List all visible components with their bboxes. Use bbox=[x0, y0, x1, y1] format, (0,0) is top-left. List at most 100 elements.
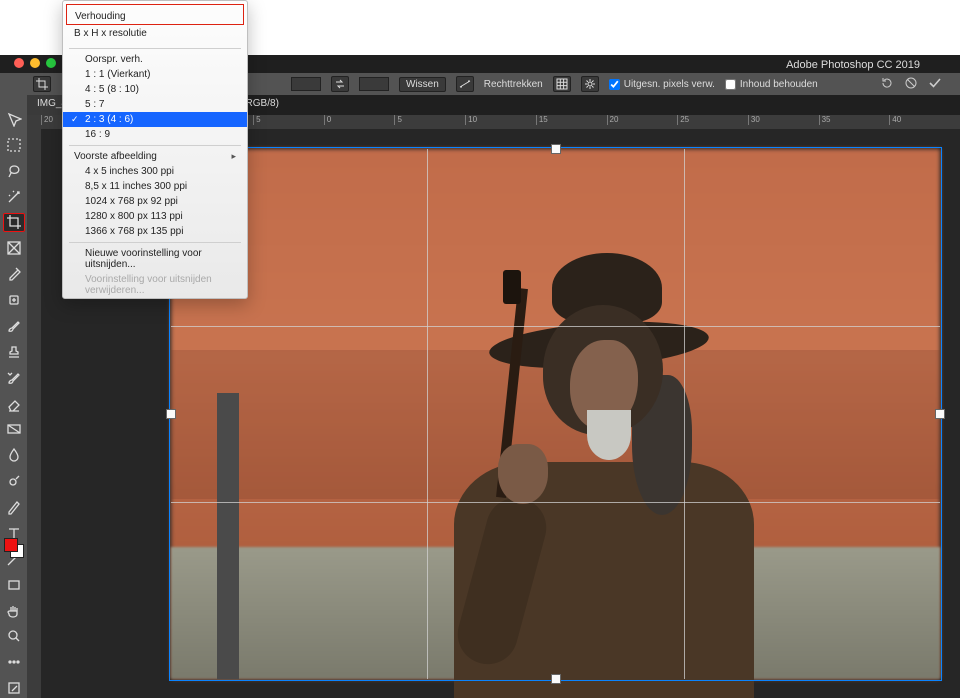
ruler-tick: 15 bbox=[536, 115, 607, 125]
edit-toolbar-icon bbox=[6, 680, 22, 696]
reset-crop-button[interactable] bbox=[880, 76, 894, 93]
tool-eyedropper[interactable] bbox=[3, 264, 25, 284]
brush-icon bbox=[6, 318, 22, 334]
zoom-icon bbox=[6, 628, 22, 644]
cancel-crop-button[interactable] bbox=[904, 76, 918, 93]
crop-handle-top[interactable] bbox=[551, 144, 561, 154]
hand-icon bbox=[6, 603, 22, 619]
ruler-tick: 0 bbox=[324, 115, 395, 125]
straighten-icon bbox=[459, 79, 471, 89]
tool-blur[interactable] bbox=[3, 445, 25, 465]
foreground-color-swatch[interactable] bbox=[4, 538, 18, 552]
ratio-option[interactable]: 16 : 9 bbox=[63, 127, 247, 142]
marquee-icon bbox=[6, 137, 22, 153]
ratio-option[interactable]: 1 : 1 (Vierkant) bbox=[63, 67, 247, 82]
tool-indicator-crop bbox=[33, 76, 51, 92]
dropdown-header: Verhouding bbox=[66, 4, 244, 25]
swap-dimensions-button[interactable] bbox=[331, 76, 349, 92]
delete-cropped-pixels-checkbox[interactable]: Uitgesn. pixels verw. bbox=[609, 79, 715, 90]
crop-handle-bottom[interactable] bbox=[551, 674, 561, 684]
ratio-option[interactable]: 1280 x 800 px 113 ppi bbox=[63, 209, 247, 224]
ratio-option[interactable]: 4 x 5 inches 300 ppi bbox=[63, 164, 247, 179]
dropdown-section-front-image-label: Voorste afbeelding bbox=[74, 151, 157, 162]
aspect-ratio-dropdown: Verhouding B x H x resolutie Oorspr. ver… bbox=[62, 0, 248, 299]
tool-hand[interactable] bbox=[3, 601, 25, 621]
ratio-option[interactable]: 1366 x 768 px 135 ppi bbox=[63, 224, 247, 239]
overlay-icon bbox=[556, 78, 568, 90]
cancel-icon bbox=[904, 76, 918, 90]
maximize-window-button[interactable] bbox=[46, 58, 56, 68]
ratio-option[interactable]: 1024 x 768 px 92 ppi bbox=[63, 194, 247, 209]
tool-lasso[interactable] bbox=[3, 161, 25, 181]
ruler-tick: 10 bbox=[465, 115, 536, 125]
commit-crop-button[interactable] bbox=[928, 76, 942, 93]
content-aware-label: Inhoud behouden bbox=[740, 79, 818, 90]
chevron-right-icon: ▸ bbox=[231, 151, 236, 162]
tool-pen[interactable] bbox=[3, 497, 25, 517]
ratio-option[interactable]: Oorspr. verh. bbox=[63, 52, 247, 67]
tool-marquee[interactable] bbox=[3, 135, 25, 155]
tool-move[interactable] bbox=[3, 109, 25, 129]
tool-dodge[interactable] bbox=[3, 471, 25, 491]
pen-icon bbox=[6, 499, 22, 515]
blur-icon bbox=[6, 447, 22, 463]
tool-stamp[interactable] bbox=[3, 342, 25, 362]
ruler-tick: 30 bbox=[748, 115, 819, 125]
vertical-ruler bbox=[27, 129, 41, 698]
ruler-tick: 20 bbox=[607, 115, 678, 125]
history-brush-icon bbox=[6, 370, 22, 386]
tool-history-brush[interactable] bbox=[3, 368, 25, 388]
minimize-window-button[interactable] bbox=[30, 58, 40, 68]
straighten-button[interactable] bbox=[456, 76, 474, 92]
tool-sidebar bbox=[0, 73, 27, 698]
tool-rectangle[interactable] bbox=[3, 575, 25, 595]
crop-handle-left[interactable] bbox=[166, 409, 176, 419]
tool-gradient[interactable] bbox=[3, 420, 25, 440]
ratio-option: Voorinstelling voor uitsnijden verwijder… bbox=[63, 272, 247, 298]
close-window-button[interactable] bbox=[14, 58, 24, 68]
ratio-option[interactable]: Nieuwe voorinstelling voor uitsnijden... bbox=[63, 246, 247, 272]
frame-icon bbox=[6, 240, 22, 256]
straighten-label: Rechttrekken bbox=[484, 79, 543, 90]
reset-icon bbox=[880, 76, 894, 90]
dropdown-subheader: B x H x resolutie bbox=[63, 28, 247, 45]
ratio-option[interactable]: 4 : 5 (8 : 10) bbox=[63, 82, 247, 97]
crop-icon bbox=[6, 214, 22, 230]
dodge-icon bbox=[6, 473, 22, 489]
clear-button[interactable]: Wissen bbox=[399, 77, 446, 92]
tool-eraser[interactable] bbox=[3, 394, 25, 414]
ratio-option[interactable]: 8,5 x 11 inches 300 ppi bbox=[63, 179, 247, 194]
ruler-tick: 5 bbox=[253, 115, 324, 125]
swap-icon bbox=[335, 79, 345, 89]
eraser-icon bbox=[6, 396, 22, 412]
crop-width-input[interactable] bbox=[291, 77, 321, 91]
tool-ellipsis[interactable] bbox=[3, 652, 25, 672]
eyedropper-icon bbox=[6, 266, 22, 282]
crop-handle-right[interactable] bbox=[935, 409, 945, 419]
tool-crop[interactable] bbox=[3, 213, 25, 233]
gradient-icon bbox=[6, 421, 22, 437]
tool-wand[interactable] bbox=[3, 187, 25, 207]
dropdown-section-front-image[interactable]: Voorste afbeelding ▸ bbox=[63, 149, 247, 164]
ruler-tick: 5 bbox=[394, 115, 465, 125]
ratio-option[interactable]: 5 : 7 bbox=[63, 97, 247, 112]
tool-heal[interactable] bbox=[3, 290, 25, 310]
move-icon bbox=[6, 111, 22, 127]
wand-icon bbox=[6, 189, 22, 205]
content-aware-checkbox[interactable]: Inhoud behouden bbox=[725, 79, 818, 90]
crop-options-gear-button[interactable] bbox=[581, 76, 599, 92]
tool-frame[interactable] bbox=[3, 238, 25, 258]
app-title: Adobe Photoshop CC 2019 bbox=[786, 59, 920, 71]
document-image bbox=[171, 149, 940, 679]
crop-region[interactable] bbox=[171, 149, 940, 679]
ruler-tick: 35 bbox=[819, 115, 890, 125]
crop-icon bbox=[36, 78, 48, 90]
ratio-option[interactable]: ✓2 : 3 (4 : 6) bbox=[63, 112, 247, 127]
stamp-icon bbox=[6, 344, 22, 360]
tool-edit-toolbar[interactable] bbox=[3, 678, 25, 698]
tool-brush[interactable] bbox=[3, 316, 25, 336]
overlay-options-button[interactable] bbox=[553, 76, 571, 92]
crop-height-input[interactable] bbox=[359, 77, 389, 91]
gear-icon bbox=[584, 78, 596, 90]
tool-zoom[interactable] bbox=[3, 627, 25, 647]
